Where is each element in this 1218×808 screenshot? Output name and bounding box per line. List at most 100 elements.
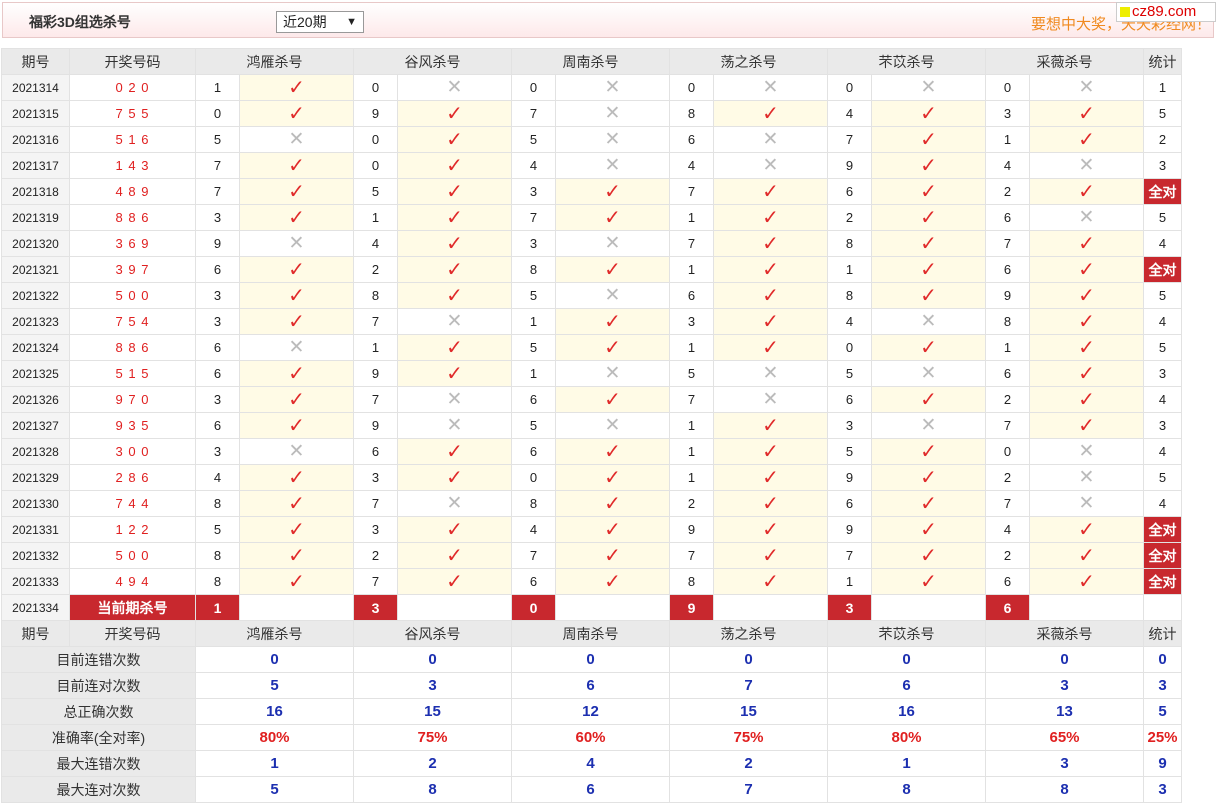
- current-issue-cell: 2021334: [1, 594, 70, 621]
- col-header-expert[interactable]: 鸿雁杀号: [195, 48, 354, 75]
- kill-number-cell: 7: [511, 542, 556, 569]
- col-header-expert[interactable]: 谷风杀号: [353, 48, 512, 75]
- col-header-expert[interactable]: 芣苡杀号: [827, 48, 986, 75]
- kill-result-cell: ✓: [239, 74, 354, 101]
- check-icon: ✓: [762, 310, 779, 333]
- check-icon: ✓: [1078, 128, 1095, 151]
- kill-number-cell: 9: [827, 152, 872, 179]
- cross-icon: ✕: [762, 128, 779, 150]
- issue-cell: 2021326: [1, 386, 70, 413]
- current-kill-blank: [1029, 594, 1144, 621]
- kill-number-cell: 3: [511, 178, 556, 205]
- brand-badge[interactable]: cz89.com: [1116, 2, 1216, 22]
- check-icon: ✓: [920, 336, 937, 359]
- chevron-down-icon: ▼: [346, 16, 357, 28]
- draw-number-cell: 3 9 7: [69, 256, 196, 283]
- issue-cell: 2021329: [1, 464, 70, 491]
- kill-number-cell: 6: [195, 360, 240, 387]
- kill-number-cell: 7: [827, 126, 872, 153]
- check-icon: ✓: [288, 492, 305, 515]
- issue-cell: 2021323: [1, 308, 70, 335]
- col-header-expert[interactable]: 周南杀号: [511, 620, 670, 647]
- stats-value: 60%: [511, 724, 670, 751]
- stats-row: 最大连对次数 5 8 6 7 8 8 3: [1, 776, 1182, 803]
- col-header-expert[interactable]: 谷风杀号: [353, 620, 512, 647]
- table-row: 2021318 4 8 9 7 ✓ 5 ✓ 3 ✓ 7 ✓ 6 ✓ 2 ✓ 全对: [1, 178, 1182, 205]
- col-header-expert[interactable]: 芣苡杀号: [827, 620, 986, 647]
- stats-row: 准确率(全对率) 80% 75% 60% 75% 80% 65% 25%: [1, 724, 1182, 751]
- kill-table: 期号 开奖号码 鸿雁杀号 谷风杀号 周南杀号 荡之杀号 芣苡杀号 采薇杀号 统计 2021314 0…: [1, 48, 1182, 803]
- issue-cell: 2021314: [1, 74, 70, 101]
- check-icon: ✓: [604, 180, 621, 203]
- kill-result-cell: ✕: [239, 230, 354, 257]
- cross-icon: ✕: [1078, 466, 1095, 488]
- check-icon: ✓: [446, 284, 463, 307]
- kill-result-cell: ✕: [1029, 74, 1144, 101]
- check-icon: ✓: [920, 128, 937, 151]
- kill-number-cell: 0: [195, 100, 240, 127]
- check-icon: ✓: [762, 518, 779, 541]
- col-header-expert[interactable]: 鸿雁杀号: [195, 620, 354, 647]
- kill-number-cell: 6: [353, 438, 398, 465]
- issue-cell: 2021317: [1, 152, 70, 179]
- stats-total: 9: [1143, 750, 1182, 777]
- stats-value: 6: [827, 672, 986, 699]
- draw-number-cell: 8 8 6: [69, 334, 196, 361]
- check-icon: ✓: [288, 362, 305, 385]
- col-header-expert[interactable]: 采薇杀号: [985, 620, 1144, 647]
- col-header-expert[interactable]: 周南杀号: [511, 48, 670, 75]
- kill-number-cell: 1: [195, 74, 240, 101]
- kill-result-cell: ✓: [871, 204, 986, 231]
- current-kill-row: 2021334 当前期杀号 1 3 0 9 3 6: [1, 594, 1182, 621]
- col-header-draw: 开奖号码: [69, 48, 196, 75]
- issue-cell: 2021321: [1, 256, 70, 283]
- kill-number-cell: 6: [985, 204, 1030, 231]
- stats-value: 75%: [669, 724, 828, 751]
- kill-result-cell: ✕: [555, 230, 670, 257]
- cross-icon: ✕: [1078, 492, 1095, 514]
- kill-number-cell: 9: [985, 282, 1030, 309]
- kill-number-cell: 5: [511, 282, 556, 309]
- period-select[interactable]: 近20期 ▼: [276, 11, 364, 33]
- check-icon: ✓: [1078, 258, 1095, 281]
- kill-number-cell: 5: [511, 412, 556, 439]
- check-icon: ✓: [288, 414, 305, 437]
- kill-result-cell: ✓: [871, 568, 986, 595]
- all-correct-badge: 全对: [1143, 568, 1182, 595]
- kill-result-cell: ✓: [397, 282, 512, 309]
- col-header-expert[interactable]: 荡之杀号: [669, 620, 828, 647]
- kill-result-cell: ✓: [1029, 568, 1144, 595]
- current-kill-blank: [555, 594, 670, 621]
- check-icon: ✓: [446, 336, 463, 359]
- kill-number-cell: 7: [195, 152, 240, 179]
- stats-value: 80%: [827, 724, 986, 751]
- table-row: 2021332 5 0 0 8 ✓ 2 ✓ 7 ✓ 7 ✓ 7 ✓ 2 ✓ 全对: [1, 542, 1182, 569]
- cross-icon: ✕: [446, 310, 463, 332]
- kill-result-cell: ✕: [1029, 490, 1144, 517]
- stats-value: 15: [669, 698, 828, 725]
- check-icon: ✓: [446, 362, 463, 385]
- kill-number-cell: 7: [669, 230, 714, 257]
- check-icon: ✓: [1078, 544, 1095, 567]
- kill-number-cell: 7: [985, 490, 1030, 517]
- kill-result-cell: ✓: [713, 178, 828, 205]
- kill-result-cell: ✓: [239, 152, 354, 179]
- cross-icon: ✕: [288, 440, 305, 462]
- kill-result-cell: ✓: [555, 178, 670, 205]
- check-icon: ✓: [288, 544, 305, 567]
- kill-result-cell: ✕: [555, 282, 670, 309]
- kill-result-cell: ✓: [871, 542, 986, 569]
- kill-result-cell: ✓: [397, 464, 512, 491]
- kill-number-cell: 7: [353, 490, 398, 517]
- stats-value: 75%: [353, 724, 512, 751]
- check-icon: ✓: [288, 310, 305, 333]
- draw-number-cell: 2 8 6: [69, 464, 196, 491]
- kill-result-cell: ✓: [239, 490, 354, 517]
- col-header-expert[interactable]: 采薇杀号: [985, 48, 1144, 75]
- kill-result-cell: ✓: [1029, 100, 1144, 127]
- kill-result-cell: ✕: [1029, 152, 1144, 179]
- col-header-expert[interactable]: 荡之杀号: [669, 48, 828, 75]
- kill-result-cell: ✓: [555, 204, 670, 231]
- check-icon: ✓: [604, 466, 621, 489]
- issue-cell: 2021318: [1, 178, 70, 205]
